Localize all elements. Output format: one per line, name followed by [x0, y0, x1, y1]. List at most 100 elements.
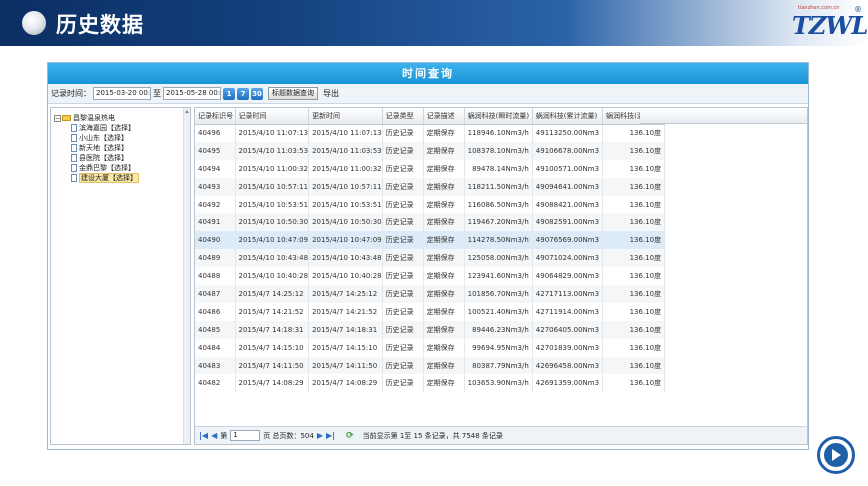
table-row[interactable]: 40484 2015/4/7 14:15:10 2015/4/7 14:15:10 历…	[195, 338, 666, 357]
table-cell: 136.10度	[602, 231, 666, 250]
query-toolbar: 记录时间： 2015-03-20 00:00 至 2015-05-28 00:0…	[48, 84, 808, 104]
table-cell: 2015/4/10 11:07:13	[235, 124, 310, 142]
tree-child-node[interactable]: 新天地【选择】	[71, 143, 128, 153]
date-range-separator: 至	[153, 89, 161, 98]
page-number-input[interactable]: 1	[230, 430, 261, 441]
table-cell: 定期保存	[423, 302, 465, 321]
table-row[interactable]: 40482 2015/4/7 14:08:29 2015/4/7 14:08:29 历…	[195, 374, 666, 393]
query-button[interactable]: 标题数据查询	[268, 87, 318, 100]
table-row[interactable]: 40496 2015/4/10 11:07:13 2015/4/10 11:07:1…	[195, 124, 666, 142]
table-cell: 历史记录	[382, 141, 424, 160]
table-row[interactable]: 40491 2015/4/10 10:50:30 2015/4/10 10:50:3…	[195, 213, 666, 232]
table-cell: 49082591.00Nm3	[532, 213, 604, 232]
table-cell: 108378.10Nm3/h	[464, 141, 533, 160]
column-header[interactable]: 蜗润科技(累计流量)	[532, 108, 604, 125]
table-cell: 136.10度	[602, 141, 666, 160]
table-cell: 2015/4/10 11:00:32	[235, 159, 310, 178]
table-row[interactable]: 40486 2015/4/7 14:21:52 2015/4/7 14:21:52 历…	[195, 302, 666, 321]
table-cell: 历史记录	[382, 249, 424, 268]
column-header[interactable]: 记录标识号	[195, 108, 236, 125]
table-row[interactable]: 40487 2015/4/7 14:25:12 2015/4/7 14:25:12 历…	[195, 285, 666, 303]
table-cell: 136.10度	[602, 374, 666, 393]
table-cell: 2015/4/10 10:43:48	[235, 249, 310, 268]
start-date-input[interactable]: 2015-03-20 00:00	[93, 87, 151, 100]
table-cell: 40493	[195, 177, 236, 196]
quick-range-1-day-button[interactable]: 1	[223, 87, 235, 100]
table-cell: 136.10度	[602, 356, 666, 375]
table-cell: 49106678.00Nm3	[532, 141, 604, 160]
table-cell: 定期保存	[423, 124, 465, 142]
table-row[interactable]: 40488 2015/4/10 10:40:28 2015/4/10 10:40:2…	[195, 267, 666, 286]
table-row[interactable]: 40493 2015/4/10 10:57:11 2015/4/10 10:57:1…	[195, 177, 666, 196]
tree-child-node-selected[interactable]: 建设大厦【选择】	[71, 173, 139, 183]
table-row[interactable]: 40494 2015/4/10 11:00:32 2015/4/10 11:00:3…	[195, 159, 666, 178]
collapse-icon[interactable]: −	[54, 114, 61, 122]
next-arrow-button[interactable]	[817, 436, 855, 474]
prev-page-icon[interactable]: ◀	[211, 431, 217, 440]
export-link[interactable]: 导出	[323, 88, 339, 99]
column-header[interactable]: 记录时间	[235, 108, 310, 125]
next-page-icon[interactable]: ▶	[317, 431, 323, 440]
table-cell: 2015/4/10 11:00:32	[308, 159, 383, 178]
column-header[interactable]: 更新时间	[308, 108, 383, 125]
table-row[interactable]: 40489 2015/4/10 10:43:48 2015/4/10 10:43:4…	[195, 249, 666, 268]
table-cell: 2015/4/10 10:50:30	[235, 213, 310, 232]
table-cell: 100521.40Nm3/h	[464, 302, 533, 321]
folder-icon	[62, 115, 71, 121]
table-row[interactable]: 40492 2015/4/10 10:53:51 2015/4/10 10:53:5…	[195, 195, 666, 214]
table-cell: 42717113.00Nm3	[532, 285, 604, 303]
tree-child-node[interactable]: 县医院【选择】	[71, 153, 128, 163]
tree-root-node[interactable]: − 昌黎温泉热电	[54, 113, 115, 123]
table-cell: 2015/4/10 10:40:28	[235, 267, 310, 286]
tree-scrollbar[interactable]	[183, 108, 190, 444]
bullet-icon	[22, 11, 46, 35]
tree-node-label: 县医院【选择】	[79, 154, 128, 162]
column-header[interactable]: 记录描述	[423, 108, 465, 125]
column-header[interactable]: 记录类型	[382, 108, 424, 125]
table-cell: 历史记录	[382, 285, 424, 303]
table-cell: 历史记录	[382, 231, 424, 250]
table-row[interactable]: 40485 2015/4/7 14:18:31 2015/4/7 14:18:31 历…	[195, 320, 666, 339]
tree-child-node[interactable]: 金鼎巴黎【选择】	[71, 163, 135, 173]
table-cell: 2015/4/7 14:08:29	[235, 374, 310, 393]
quick-range-7-day-button[interactable]: 7	[237, 87, 249, 100]
last-page-icon[interactable]: ▶|	[326, 431, 335, 440]
table-cell: 历史记录	[382, 213, 424, 232]
refresh-icon[interactable]: ⟳	[346, 431, 354, 441]
table-cell: 40485	[195, 320, 236, 339]
tree-node-label: 昌黎温泉热电	[73, 114, 115, 122]
history-data-grid: 记录标识号 记录时间 更新时间 记录类型 记录描述 蜗润科技(瞬时流量) 蜗润科…	[194, 107, 808, 445]
table-row[interactable]: 40495 2015/4/10 11:03:53 2015/4/10 11:03:5…	[195, 141, 666, 160]
table-cell: 定期保存	[423, 159, 465, 178]
table-cell: 历史记录	[382, 338, 424, 357]
table-cell: 历史记录	[382, 302, 424, 321]
table-cell: 40494	[195, 159, 236, 178]
history-table: 记录标识号 记录时间 更新时间 记录类型 记录描述 蜗润科技(瞬时流量) 蜗润科…	[195, 108, 666, 393]
column-header[interactable]: 蜗润科技(瞬时流量)	[464, 108, 533, 125]
table-cell: 136.10度	[602, 320, 666, 339]
time-query-window: 时间查询 记录时间： 2015-03-20 00:00 至 2015-05-28…	[47, 62, 809, 450]
table-cell: 49088421.00Nm3	[532, 195, 604, 214]
tree-node-label: 建设大厦【选择】	[79, 173, 139, 183]
table-row[interactable]: 40490 2015/4/10 10:47:09 2015/4/10 10:47:0…	[195, 231, 666, 250]
table-cell: 40492	[195, 195, 236, 214]
table-cell: 42696458.00Nm3	[532, 356, 604, 375]
table-row[interactable]: 40483 2015/4/7 14:11:50 2015/4/7 14:11:50 历…	[195, 356, 666, 375]
table-cell: 2015/4/10 10:53:51	[308, 195, 383, 214]
pagination-bar: |◀ ◀ 第 1 页 总页数：504 ▶ ▶| ⟳ 当前显示第 1至 15 条记…	[195, 426, 807, 444]
table-cell: 定期保存	[423, 356, 465, 375]
first-page-icon[interactable]: |◀	[199, 431, 208, 440]
tree-child-node[interactable]: 滨海嘉园【选择】	[71, 123, 135, 133]
table-cell: 136.10度	[602, 195, 666, 214]
table-cell: 40488	[195, 267, 236, 286]
quick-range-30-day-button[interactable]: 30	[251, 87, 263, 100]
tree-node-label: 新天地【选择】	[79, 144, 128, 152]
table-cell: 2015/4/10 11:07:13	[308, 124, 383, 142]
table-cell: 80387.79Nm3/h	[464, 356, 533, 375]
end-date-input[interactable]: 2015-05-28 00:00	[163, 87, 221, 100]
table-cell: 123941.60Nm3/h	[464, 267, 533, 286]
table-cell: 定期保存	[423, 267, 465, 286]
tree-child-node[interactable]: 小山东【选择】	[71, 133, 128, 143]
table-cell: 40482	[195, 374, 236, 393]
logo-text: TZWL	[792, 11, 868, 40]
